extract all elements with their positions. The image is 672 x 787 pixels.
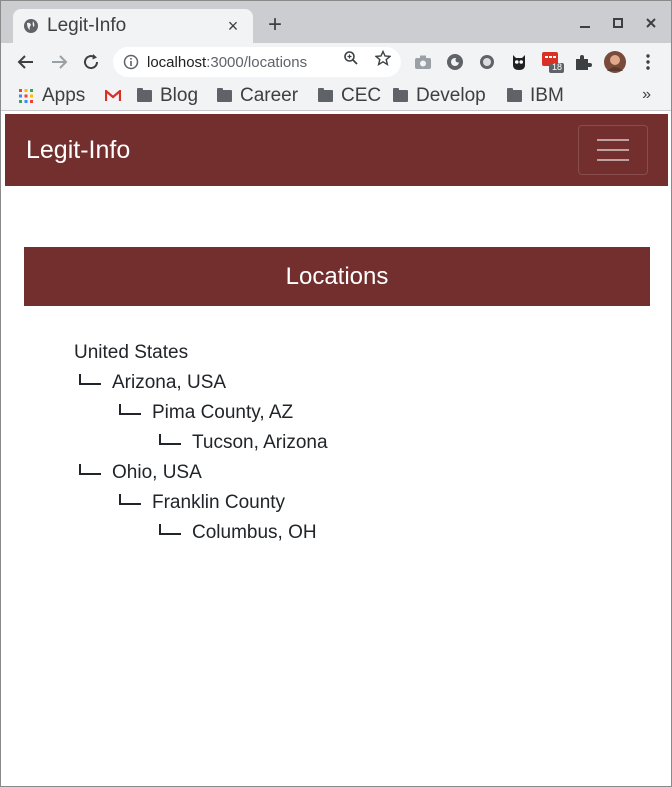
- location-name: Columbus, OH: [192, 522, 317, 543]
- gmail-icon: [104, 88, 122, 104]
- folder-icon: [135, 88, 153, 104]
- bookmark-star-icon[interactable]: [375, 50, 391, 66]
- bookmark-label: IBM: [530, 85, 564, 106]
- tree-connector: [119, 493, 141, 505]
- bookmark-label: Blog: [160, 85, 199, 106]
- location-item: Arizona, USA: [79, 368, 226, 398]
- location-item: Columbus, OH: [159, 518, 317, 548]
- extensions-puzzle-icon[interactable]: [573, 52, 593, 72]
- folder-icon: [505, 88, 523, 104]
- back-icon[interactable]: [15, 51, 37, 73]
- bookmark-gmail[interactable]: [104, 84, 129, 108]
- page-content: Legit-Info Locations United States Arizo…: [5, 114, 668, 786]
- minimize-icon[interactable]: [573, 13, 597, 33]
- camera-icon[interactable]: [413, 52, 433, 72]
- hamburger-icon-bar: [597, 139, 629, 141]
- hamburger-icon-bar: [597, 149, 629, 151]
- folder-icon: [391, 88, 409, 104]
- tab-strip: Legit-Info × +: [1, 1, 671, 43]
- bookmark-label: Apps: [42, 85, 86, 106]
- browser-tab[interactable]: Legit-Info ×: [13, 9, 253, 43]
- close-window-icon[interactable]: [639, 13, 663, 33]
- calendar-extension-icon[interactable]: 18: [541, 52, 565, 73]
- location-name: Pima County, AZ: [152, 402, 294, 423]
- bookmark-blog[interactable]: Blog: [135, 84, 198, 108]
- bookmarks-bar: Apps Blog Career CEC Develop IBM »: [1, 81, 671, 111]
- brand-link[interactable]: Legit-Info: [26, 136, 130, 165]
- reload-icon[interactable]: [80, 51, 102, 73]
- owl-extension-icon[interactable]: [509, 52, 529, 72]
- info-icon[interactable]: [123, 54, 139, 70]
- browser-toolbar: localhost:3000/locations 18: [1, 43, 671, 81]
- maximize-icon[interactable]: [606, 13, 630, 33]
- extension-swirl-icon[interactable]: [445, 52, 465, 72]
- navbar-toggler-button[interactable]: [578, 125, 648, 175]
- forward-icon[interactable]: [48, 51, 70, 73]
- location-item: Ohio, USA: [79, 458, 202, 488]
- browser-window: Legit-Info × + localhost:3000/locations: [0, 0, 672, 787]
- location-item: Franklin County: [119, 488, 285, 518]
- location-item: Pima County, AZ: [119, 398, 293, 428]
- location-name: Ohio, USA: [112, 462, 202, 483]
- url-text: localhost:3000/locations: [147, 54, 307, 71]
- extension-circle-icon[interactable]: [477, 52, 497, 72]
- url-path: :3000/locations: [206, 53, 308, 71]
- tree-connector: [159, 523, 181, 535]
- bookmark-label: Career: [240, 85, 299, 106]
- zoom-icon[interactable]: [343, 50, 359, 66]
- globe-icon: [23, 18, 39, 34]
- extension-badge: 18: [551, 62, 562, 72]
- location-item: United States: [74, 338, 188, 368]
- location-name: Franklin County: [152, 492, 286, 513]
- page-title: Locations: [285, 262, 389, 290]
- bookmarks-overflow-button[interactable]: »: [642, 86, 651, 104]
- apps-grid-icon: [17, 88, 35, 104]
- bookmark-develop[interactable]: Develop: [391, 84, 486, 108]
- close-tab-icon[interactable]: ×: [223, 16, 243, 36]
- new-tab-button[interactable]: +: [263, 13, 287, 38]
- tab-title: Legit-Info: [47, 15, 127, 36]
- folder-icon: [316, 88, 334, 104]
- page-header: Locations: [24, 247, 650, 306]
- tree-connector: [119, 403, 141, 415]
- tree-connector: [79, 373, 101, 385]
- profile-avatar-icon[interactable]: [604, 51, 626, 73]
- tree-connector: [79, 463, 101, 475]
- location-item: Tucson, Arizona: [159, 428, 328, 458]
- location-name: United States: [74, 342, 189, 363]
- app-navbar: Legit-Info: [5, 114, 668, 186]
- bookmark-career[interactable]: Career: [215, 84, 298, 108]
- bookmark-cec[interactable]: CEC: [316, 84, 381, 108]
- bookmark-ibm[interactable]: IBM: [505, 84, 564, 108]
- folder-icon: [215, 88, 233, 104]
- hamburger-icon-bar: [597, 159, 629, 161]
- location-name: Arizona, USA: [112, 372, 227, 393]
- location-name: Tucson, Arizona: [192, 432, 328, 453]
- tree-connector: [159, 433, 181, 445]
- bookmark-label: Develop: [416, 85, 486, 106]
- url-host: localhost: [147, 53, 207, 71]
- bookmark-apps[interactable]: Apps: [17, 84, 85, 108]
- kebab-menu-icon[interactable]: [638, 52, 658, 72]
- bookmark-label: CEC: [341, 85, 382, 106]
